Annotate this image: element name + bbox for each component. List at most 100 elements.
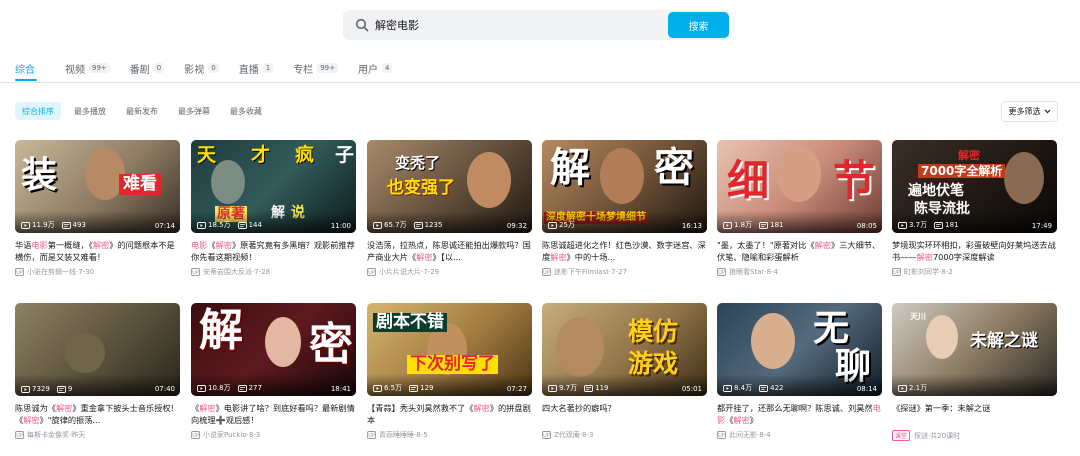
video-card[interactable]: 未解之谜 天川 2.1万 《探谜》第一季：未解之谜 课堂 探谜 · 共20课时 bbox=[892, 303, 1057, 441]
sort-most-favorites[interactable]: 最多收藏 bbox=[223, 102, 269, 120]
video-title[interactable]: 电影《解密》原著究竟有多黑暗？观影前推荐你先看这期视频！ bbox=[191, 239, 356, 263]
thumbnail-caption: 装 bbox=[21, 155, 58, 196]
play-count-value: 25万 bbox=[559, 221, 575, 229]
svg-text:UP: UP bbox=[16, 270, 23, 276]
tab-video[interactable]: 视频 99+ bbox=[65, 58, 110, 78]
tab-count-badge: 4 bbox=[381, 63, 393, 73]
title-keyword-highlight: 解密 bbox=[550, 252, 567, 262]
video-card[interactable]: 天才疯子原著解说18.5万14411:00 电影《解密》原著究竟有多黑暗？观影前推… bbox=[191, 140, 356, 277]
video-meta: UP Z代观庵 · 8-3 bbox=[542, 430, 707, 440]
video-title[interactable]: 《探谜》第一季：未解之谜 bbox=[892, 402, 1057, 426]
video-thumbnail[interactable]: 解 密 10.8万 277 18:41 bbox=[191, 303, 356, 396]
sort-newest[interactable]: 最新发布 bbox=[119, 102, 165, 120]
video-card[interactable]: 模仿 游戏 9.7万 119 05:01 四大名著抄的癖吗？ UP Z代观庵 · 8-3 bbox=[542, 303, 707, 440]
video-title[interactable]: 都开挂了，还那么无聊啊？陈思诚、刘昊然电影《解密》 bbox=[717, 402, 882, 426]
svg-text:UP: UP bbox=[192, 433, 199, 439]
tab-movie[interactable]: 影视 0 bbox=[184, 58, 219, 78]
video-card[interactable]: 解密深度解密十场梦境细节25万16:13 陈思诚超进化之作！红色沙漠、数字迷宫、深… bbox=[542, 140, 707, 277]
sort-comprehensive[interactable]: 综合排序 bbox=[15, 102, 61, 120]
video-thumbnail[interactable]: 7329 9 07:40 bbox=[15, 303, 180, 396]
search-button[interactable]: 搜索 bbox=[668, 12, 729, 38]
video-title[interactable]: 陈思诚为《解密》重金拿下披头士音乐授权!《解密》"旋律的振荡... bbox=[15, 402, 180, 426]
uploader-name[interactable]: 迷影下午Filmlast bbox=[554, 267, 609, 277]
publish-date: 8-2 bbox=[941, 268, 953, 276]
tab-bangumi[interactable]: 番剧 0 bbox=[130, 58, 165, 78]
uploader-name[interactable]: 小说家Puckio bbox=[203, 430, 247, 440]
title-text: 》 bbox=[749, 415, 758, 425]
video-thumbnail[interactable]: 细 节 1.8万 181 08:05 bbox=[717, 140, 882, 233]
video-card[interactable]: 细 节 1.8万 181 08:05 "墨，太墨了！"原著对比《解密》三大细节、伏笔、隐喻… bbox=[717, 140, 882, 277]
video-card[interactable]: 装 难看 11.9万 493 07:14 华语电影第一概缝，《解密》的问题根本不是横伤，而… bbox=[15, 140, 180, 277]
uploader-name[interactable]: 狼眼看Star bbox=[729, 267, 764, 277]
video-duration: 18:41 bbox=[330, 385, 351, 393]
video-thumbnail[interactable]: 解密 7000字全解析 遍地伏笔 陈导流批 3.7万 181 17:49 bbox=[892, 140, 1057, 233]
video-card[interactable]: 解密 7000字全解析 遍地伏笔 陈导流批 3.7万 181 17:49 梦境现实环环相扣，彩… bbox=[892, 140, 1057, 277]
play-count: 1.8万 bbox=[723, 220, 752, 230]
danmaku-count: 119 bbox=[584, 384, 609, 392]
tab-article[interactable]: 专栏 99+ bbox=[293, 58, 338, 78]
video-duration: 08:05 bbox=[856, 222, 877, 230]
video-title[interactable]: 华语电影第一概缝，《解密》的问题根本不是横伤，而是又装又难看！ bbox=[15, 239, 180, 263]
video-title[interactable]: 《解密》电影讲了啥？到底好看吗？最新剧情向梳理➕观后感！ bbox=[191, 402, 356, 426]
uploader-name[interactable]: 安蒂岩围大反派 bbox=[203, 267, 252, 277]
title-text: 《 bbox=[207, 240, 216, 250]
svg-text:UP: UP bbox=[16, 433, 23, 439]
play-count-value: 3.7万 bbox=[909, 221, 928, 229]
video-card[interactable]: 剧本不错 下次别写了 6.5万 129 07:27 【青蒜】秃头刘昊然救不了《解密》的拼盘… bbox=[367, 303, 532, 440]
tab-user[interactable]: 用户 4 bbox=[358, 58, 393, 78]
video-card[interactable]: 变秃了 也变强了 65.7万 1235 09:32 没浩荡，拉热点，陈思诚还能拍出爆款吗？… bbox=[367, 140, 532, 277]
publish-date: 8-5 bbox=[416, 431, 428, 439]
tab-label: 直播 bbox=[238, 64, 259, 76]
video-card[interactable]: 无聊 8.4万 422 08:14 都开挂了，还那么无聊啊？陈思诚、刘昊然电影《解密》 U… bbox=[717, 303, 882, 440]
video-thumbnail[interactable]: 解密深度解密十场梦境细节25万16:13 bbox=[542, 140, 707, 233]
video-title[interactable]: "墨，太墨了！"原著对比《解密》三大细节、伏笔、隐喻和彩蛋解析 bbox=[717, 239, 882, 263]
uploader-name[interactable]: 青蒜睡睡睡 bbox=[379, 430, 414, 440]
video-thumbnail[interactable]: 模仿 游戏 9.7万 119 05:01 bbox=[542, 303, 707, 396]
uploader-name[interactable]: 町影刘同学 bbox=[904, 267, 939, 277]
play-count-value: 65.7万 bbox=[384, 221, 407, 229]
video-card[interactable]: 解密 10.8万 277 18:41 《解密》电影讲了啥？到底好看吗？最新剧情向梳理➕观… bbox=[191, 303, 356, 440]
video-title[interactable]: 梦境现实环环相扣，彩蛋破壁向好莱坞送去战书——解密7000字深度解读 bbox=[892, 239, 1057, 263]
danmaku-icon bbox=[61, 221, 71, 229]
video-thumbnail[interactable]: 未解之谜 天川 2.1万 bbox=[892, 303, 1057, 396]
uploader-name[interactable]: Z代观庵 bbox=[554, 430, 580, 440]
video-title[interactable]: 陈思诚超进化之作！红色沙漠、数字迷宫、深度解密》中的十场... bbox=[542, 239, 707, 263]
video-thumbnail[interactable]: 装 难看 11.9万 493 07:14 bbox=[15, 140, 180, 233]
video-thumbnail[interactable]: 天才疯子原著解说18.5万14411:00 bbox=[191, 140, 356, 233]
video-duration: 17:49 bbox=[1031, 222, 1052, 230]
svg-text:UP: UP bbox=[543, 433, 550, 439]
uploader-name[interactable]: 小张在剪辑一线 bbox=[27, 267, 76, 277]
tab-live[interactable]: 直播 1 bbox=[238, 58, 274, 78]
video-thumbnail[interactable]: 剧本不错 下次别写了 6.5万 129 07:27 bbox=[367, 303, 532, 396]
thumbnail-caption: 天 bbox=[197, 144, 217, 166]
video-title[interactable]: 【青蒜】秃头刘昊然救不了《解密》的拼盘剧本 bbox=[367, 402, 532, 426]
uploader-name[interactable]: 小片片说大片 bbox=[379, 267, 421, 277]
svg-text:UP: UP bbox=[718, 270, 725, 276]
thumbnail-caption: 密 bbox=[654, 145, 694, 191]
thumbnail-caption: 密 bbox=[309, 319, 353, 370]
tab-all[interactable]: 综合 bbox=[15, 58, 35, 78]
video-title[interactable]: 没浩荡，拉热点，陈思诚还能拍出爆款吗？国产商业大片《解密》【以... bbox=[367, 239, 532, 263]
sort-most-played[interactable]: 最多播放 bbox=[67, 102, 113, 120]
video-title[interactable]: 四大名著抄的癖吗？ bbox=[542, 402, 707, 426]
uploader-name[interactable]: 探谜 bbox=[914, 431, 928, 441]
more-filters-button[interactable]: 更多筛选 bbox=[1001, 101, 1058, 122]
publish-date: 昨天 bbox=[71, 431, 86, 439]
uploader-name[interactable]: 此间无影 bbox=[729, 430, 757, 440]
video-stats: 25万 bbox=[548, 220, 582, 230]
video-thumbnail[interactable]: 无聊 8.4万 422 08:14 bbox=[717, 303, 882, 396]
search-input[interactable] bbox=[375, 15, 665, 35]
title-keyword-highlight: 解密 bbox=[55, 403, 73, 413]
video-meta: UP 狼眼看Star · 8-4 bbox=[717, 267, 882, 277]
video-card[interactable]: 7329 9 07:40 陈思诚为《解密》重金拿下披头士音乐授权!《解密》"旋律的振荡… bbox=[15, 303, 180, 440]
publish-date: 8-3 bbox=[582, 431, 594, 439]
uploader-name[interactable]: 每斯卡金像奖 bbox=[27, 430, 69, 440]
video-thumbnail[interactable]: 变秃了 也变强了 65.7万 1235 09:32 bbox=[367, 140, 532, 233]
uploader-icon: UP bbox=[191, 431, 200, 439]
title-keyword-highlight: 解密 bbox=[199, 403, 216, 413]
danmaku-icon bbox=[413, 221, 423, 229]
sort-most-danmaku[interactable]: 最多弹幕 bbox=[171, 102, 217, 120]
video-stats: 18.5万 144 bbox=[197, 220, 269, 230]
tab-count-badge: 1 bbox=[262, 63, 274, 73]
publish-date: 7-28 bbox=[254, 268, 271, 276]
